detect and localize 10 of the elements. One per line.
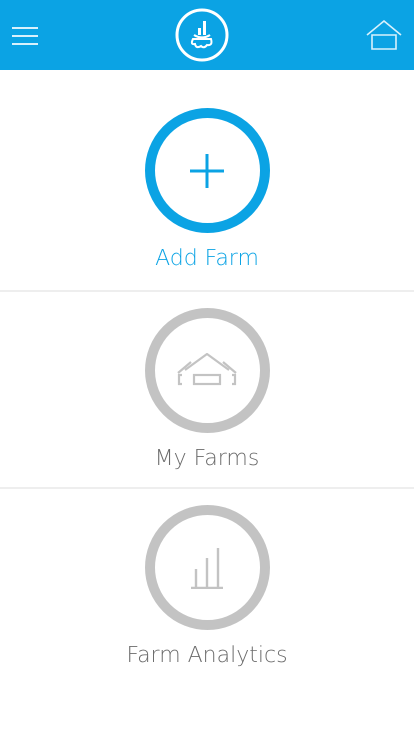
menu-icon	[12, 26, 38, 45]
plus-icon	[190, 154, 224, 188]
home-icon	[366, 20, 402, 50]
menu-label: My Farms	[154, 444, 260, 473]
menu-label: Farm Analytics	[126, 642, 288, 670]
home-button[interactable]	[366, 20, 402, 50]
menu-label: Add Farm	[155, 245, 259, 273]
logo-icon	[175, 8, 229, 62]
bar-chart-icon	[191, 546, 223, 589]
barn-icon	[176, 353, 238, 388]
